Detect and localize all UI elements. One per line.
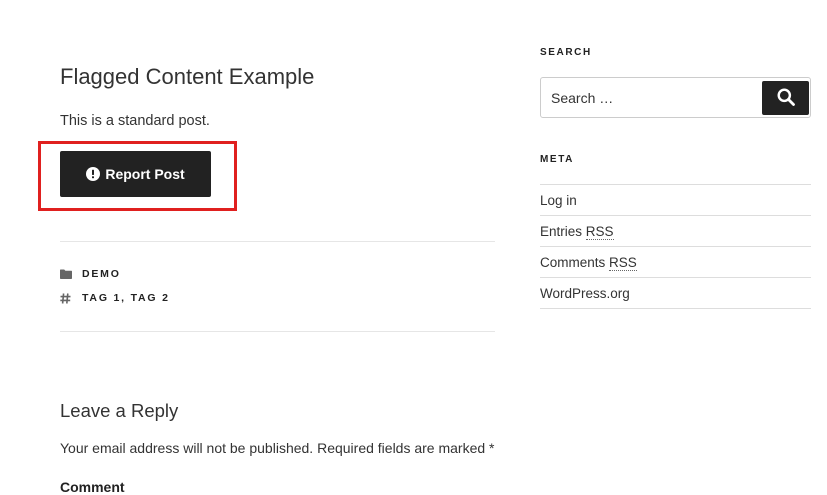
category-link[interactable]: DEMO (82, 268, 121, 280)
divider (60, 331, 495, 332)
report-post-button[interactable]: Report Post (60, 151, 211, 197)
post-content: This is a standard post. (60, 113, 210, 129)
report-post-label: Report Post (105, 166, 185, 182)
comment-label: Comment (60, 479, 125, 495)
reply-title: Leave a Reply (60, 400, 179, 421)
list-item: Log in (540, 185, 811, 216)
entries-rss-link[interactable]: Entries RSS (540, 223, 614, 240)
hashtag-icon (60, 292, 74, 304)
search-button[interactable] (762, 81, 809, 115)
login-link[interactable]: Log in (540, 193, 577, 208)
comments-rss-link[interactable]: Comments RSS (540, 254, 637, 271)
meta-links: Log in Entries RSS Comments RSS WordPres… (540, 184, 811, 309)
tags-links[interactable]: TAG 1, TAG 2 (82, 292, 170, 304)
divider (60, 241, 495, 242)
folder-icon (60, 269, 74, 279)
meta-widget-title: META (540, 154, 574, 165)
search-form (540, 77, 811, 118)
list-item: Entries RSS (540, 216, 811, 247)
list-item: WordPress.org (540, 278, 811, 309)
category-row: DEMO (60, 268, 121, 280)
exclamation-circle-icon (86, 167, 101, 181)
list-item: Comments RSS (540, 247, 811, 278)
reply-note: Your email address will not be published… (60, 440, 495, 456)
post-title: Flagged Content Example (60, 64, 315, 89)
search-widget-title: SEARCH (540, 47, 592, 58)
tags-row: TAG 1, TAG 2 (60, 292, 170, 304)
search-icon (777, 88, 795, 109)
wordpress-org-link[interactable]: WordPress.org (540, 286, 630, 301)
